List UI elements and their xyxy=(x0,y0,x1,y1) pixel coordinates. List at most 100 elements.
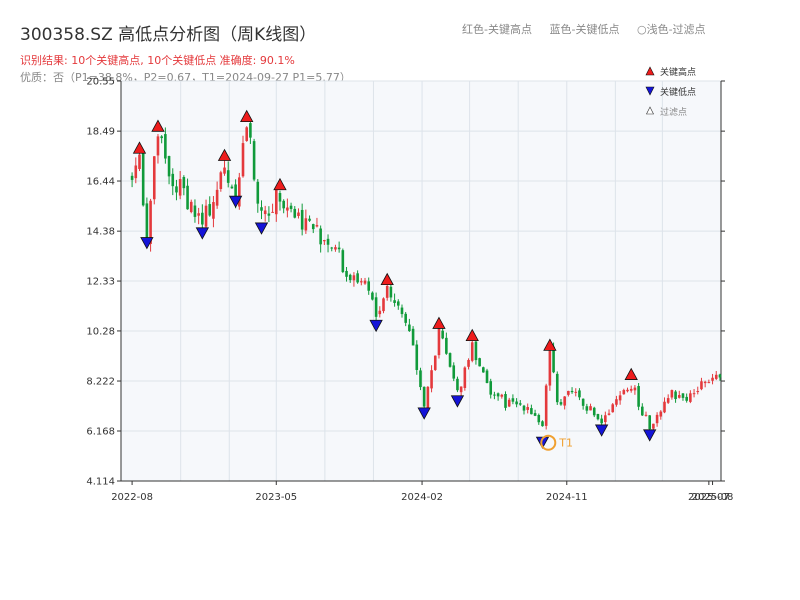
candle-body xyxy=(548,345,552,386)
candle-body xyxy=(171,173,175,187)
candle-body xyxy=(711,377,714,381)
candle-body xyxy=(415,344,419,371)
candle-body xyxy=(504,394,507,408)
y-tick-label: 8.222 xyxy=(86,377,115,388)
candle-body xyxy=(592,407,596,416)
candle-body xyxy=(208,204,212,216)
candle-body xyxy=(130,175,134,180)
candle-body xyxy=(175,186,178,193)
y-tick-label: 10.28 xyxy=(86,326,115,337)
candle-body xyxy=(485,370,489,384)
candle-body xyxy=(677,395,681,398)
candle-body xyxy=(626,389,629,392)
candle-body xyxy=(271,211,274,213)
candle-body xyxy=(389,286,393,298)
candle-body xyxy=(404,313,407,323)
candle-body xyxy=(345,270,348,277)
candle-body xyxy=(419,370,422,388)
candle-body xyxy=(430,370,433,389)
candle-body xyxy=(156,136,160,156)
candle-body xyxy=(378,310,382,315)
candle-body xyxy=(618,395,622,401)
candle-body xyxy=(511,398,515,402)
candle-body xyxy=(518,403,522,405)
y-tick-label: 6.168 xyxy=(86,427,115,438)
candle-body xyxy=(289,205,293,209)
candle-body xyxy=(714,374,718,379)
candlestick-chart: 4.114 6.168 8.222 10.28 12.33 14.38 16.44 18.49… xyxy=(86,66,733,503)
candle-body xyxy=(696,391,700,393)
candle-body xyxy=(189,201,193,213)
candle-body xyxy=(459,386,463,393)
legend-high-label: 关键高点 xyxy=(660,66,696,78)
candle-body xyxy=(533,413,537,416)
candle-body xyxy=(260,207,263,211)
candle-body xyxy=(411,328,415,346)
y-tick-label: 4.114 xyxy=(86,477,115,488)
candle-body xyxy=(433,355,437,370)
candle-body xyxy=(363,280,367,284)
legend-filtered-label: 过滤点 xyxy=(660,106,687,118)
candle-body xyxy=(385,285,389,298)
candle-body xyxy=(230,186,234,189)
x-tick-label: 2024-11 xyxy=(546,492,588,503)
candle-body xyxy=(193,205,197,217)
candle-body xyxy=(396,301,400,306)
candle-body xyxy=(648,415,651,430)
candle-body xyxy=(356,273,359,283)
candle-body xyxy=(297,212,300,216)
candle-body xyxy=(426,386,430,408)
candle-body xyxy=(334,247,337,250)
candle-body xyxy=(164,134,167,159)
candle-body xyxy=(604,415,607,423)
candle-body xyxy=(304,218,308,231)
candle-body xyxy=(186,185,189,210)
candle-body xyxy=(315,225,319,227)
candle-body xyxy=(138,154,141,169)
x-tick-label: 2024-02 xyxy=(401,492,443,503)
candle-body xyxy=(241,143,245,177)
candle-body xyxy=(352,275,356,281)
candle-body xyxy=(670,390,674,398)
candle-body xyxy=(341,250,345,273)
candle-body xyxy=(530,408,533,415)
candle-body xyxy=(197,213,200,216)
candle-body xyxy=(718,374,722,378)
candle-body xyxy=(293,208,297,218)
candle-body xyxy=(308,218,311,221)
candle-body xyxy=(478,358,481,367)
candle-body xyxy=(563,396,566,406)
candle-body xyxy=(367,281,371,291)
candle-body xyxy=(666,398,670,403)
candle-body xyxy=(689,393,692,402)
candle-body xyxy=(348,274,352,281)
candle-body xyxy=(371,292,374,300)
candle-body xyxy=(134,165,138,179)
candle-body xyxy=(182,177,186,189)
candle-body xyxy=(141,151,145,206)
y-tick-label: 12.33 xyxy=(86,277,115,288)
candle-body xyxy=(544,385,548,426)
candle-body xyxy=(223,167,226,174)
candle-body xyxy=(574,391,578,393)
candle-body xyxy=(585,406,589,411)
candle-body xyxy=(641,406,644,416)
candle-body xyxy=(622,390,626,395)
candle-body xyxy=(226,170,230,183)
candle-body xyxy=(652,423,655,429)
candle-body xyxy=(644,414,648,416)
candle-body xyxy=(578,390,581,398)
candle-body xyxy=(611,404,615,413)
candle-body xyxy=(452,365,456,379)
candle-body xyxy=(456,378,459,391)
candle-body xyxy=(700,381,703,390)
candle-body xyxy=(637,386,640,407)
legend-low-label: 关键低点 xyxy=(660,86,696,98)
candle-body xyxy=(167,156,171,177)
candle-body xyxy=(559,402,563,405)
candle-body xyxy=(263,210,267,215)
candle-body xyxy=(448,353,452,367)
candle-body xyxy=(567,390,570,395)
candle-body xyxy=(496,393,500,397)
candle-body xyxy=(282,200,285,209)
